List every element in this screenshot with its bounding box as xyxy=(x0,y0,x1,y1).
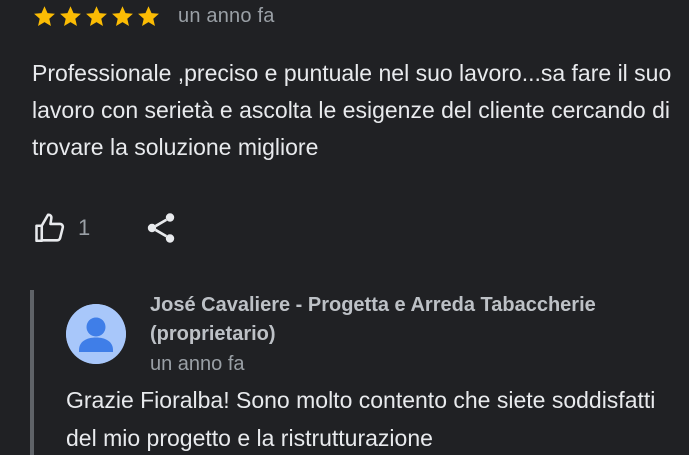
review-text: Professionale ,preciso e puntuale nel su… xyxy=(32,60,672,160)
star-icon xyxy=(84,4,109,29)
review-actions: 1 xyxy=(32,208,179,248)
rating-row: un anno fa xyxy=(32,3,275,29)
review-card: un anno fa Professionale ,preciso e punt… xyxy=(0,0,689,455)
avatar xyxy=(66,304,126,364)
share-icon xyxy=(143,210,179,246)
reply-time: un anno fa xyxy=(150,353,245,375)
reply-text: Grazie Fioralba! Sono molto contento che… xyxy=(66,387,656,451)
owner-reply: José Cavaliere - Progetta e Arreda Tabac… xyxy=(30,290,689,455)
star-icon xyxy=(110,4,135,29)
star-icon xyxy=(58,4,83,29)
review-time: un anno fa xyxy=(178,4,275,27)
share-button[interactable] xyxy=(143,210,179,246)
like-button[interactable]: 1 xyxy=(32,210,90,246)
star-icon xyxy=(136,4,161,29)
owner-name: José Cavaliere - Progetta e Arreda Tabac… xyxy=(150,294,596,345)
thumbs-up-icon xyxy=(32,210,68,246)
star-rating xyxy=(32,4,161,29)
like-count: 1 xyxy=(78,215,91,240)
star-icon xyxy=(32,4,57,29)
person-icon xyxy=(66,304,126,364)
